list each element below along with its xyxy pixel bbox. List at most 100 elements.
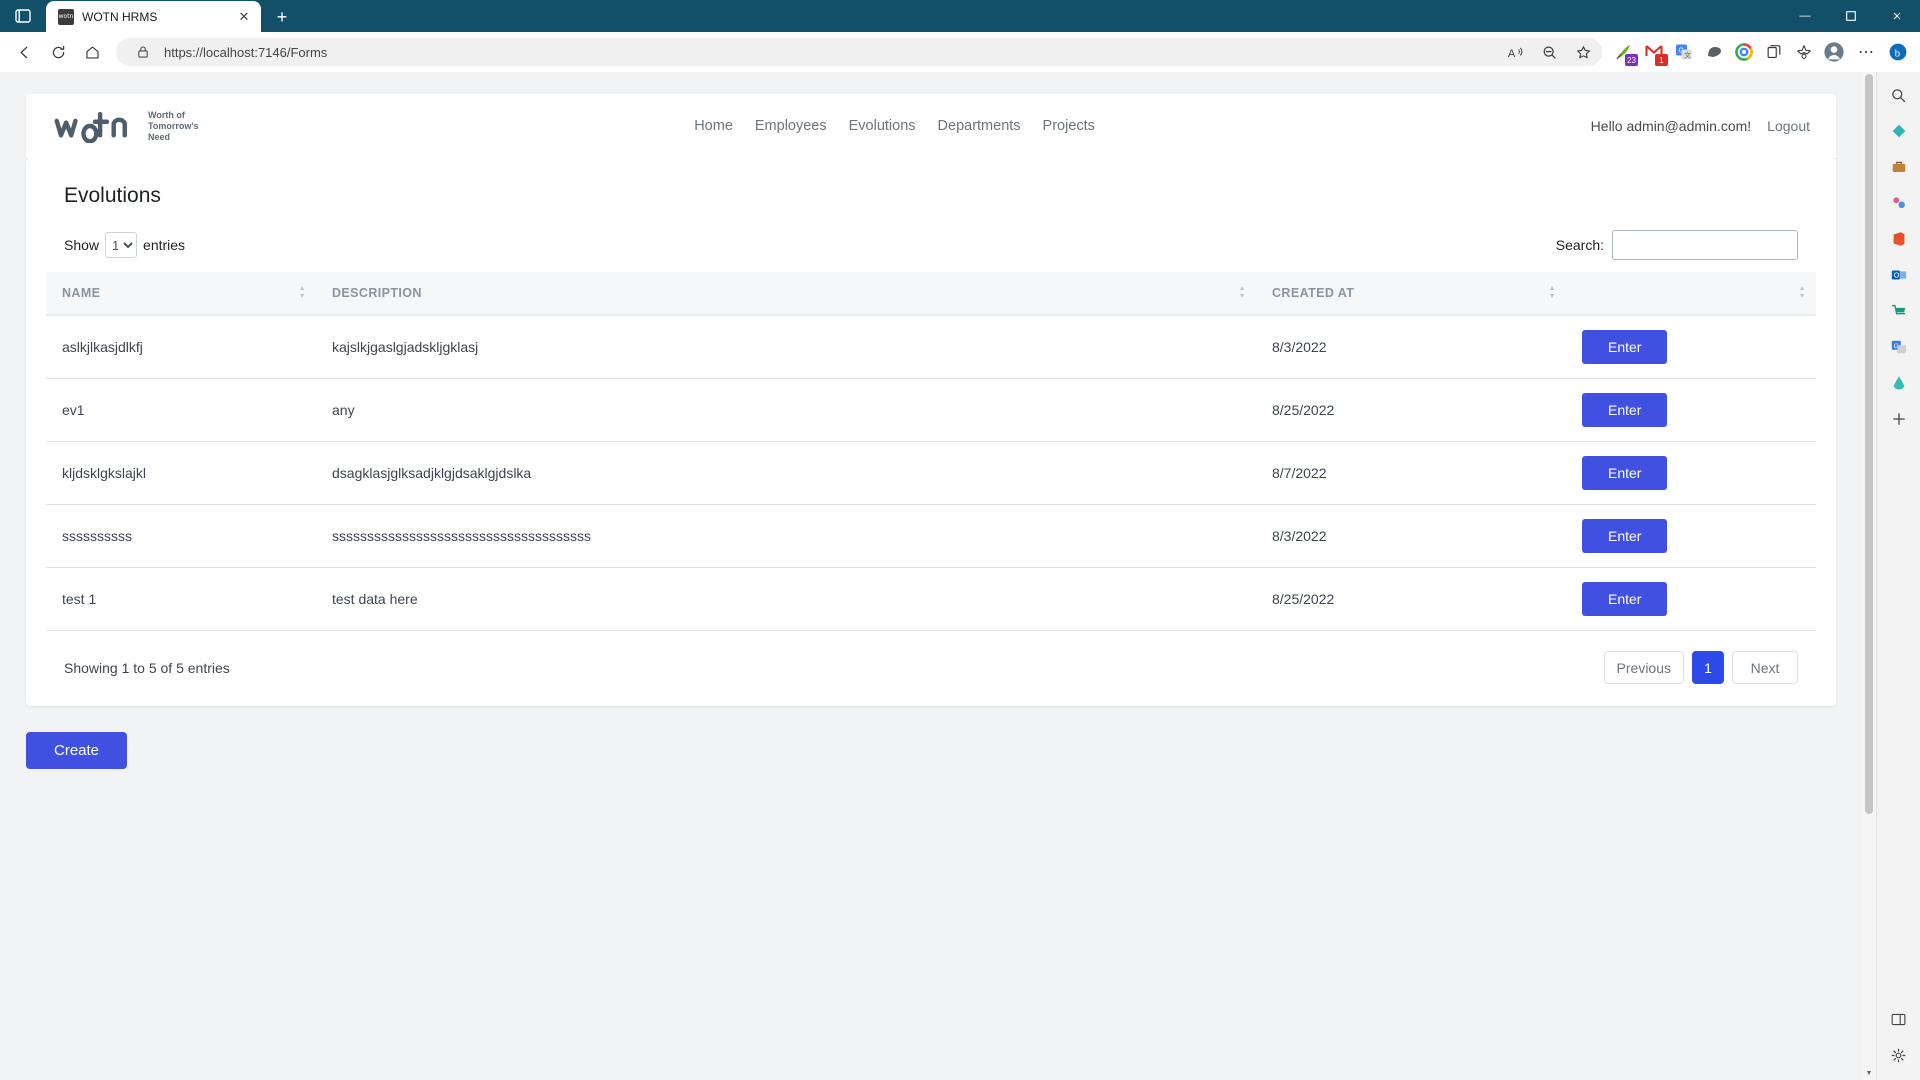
nav-projects[interactable]: Projects <box>1043 118 1095 134</box>
enter-button[interactable]: Enter <box>1582 393 1668 427</box>
profile-avatar-icon[interactable] <box>1820 38 1848 66</box>
zoom-out-icon[interactable] <box>1536 39 1562 65</box>
main-navigation: Home Employees Evolutions Departments Pr… <box>198 118 1590 134</box>
column-header-description[interactable]: DESCRIPTION ▲ ▼ <box>316 272 1256 316</box>
search-icon[interactable] <box>1884 80 1914 110</box>
home-icon[interactable] <box>76 36 108 68</box>
collections-icon[interactable] <box>1760 38 1788 66</box>
table-row: test 1 test data here 8/25/2022 Enter <box>46 567 1816 631</box>
back-icon[interactable] <box>8 36 40 68</box>
settings-gear-icon[interactable] <box>1884 1040 1914 1070</box>
chrome-extension-icon[interactable] <box>1730 38 1758 66</box>
new-tab-button[interactable]: + <box>267 2 297 32</box>
cell-actions: Enter <box>1566 378 1816 442</box>
enter-button[interactable]: Enter <box>1582 519 1668 553</box>
length-menu: Show 10 25 50 100 entries <box>64 232 185 258</box>
page-scrollbar[interactable]: ▲ ▼ <box>1862 72 1876 1080</box>
close-icon[interactable]: ✕ <box>235 8 253 26</box>
split-screen-icon[interactable] <box>1884 1004 1914 1034</box>
table-body: aslkjlkasjdlkfj kajslkjgaslgjadskljgklas… <box>46 315 1816 631</box>
column-header-created-at[interactable]: CREATED AT ▲ ▼ <box>1256 272 1566 316</box>
table-row: aslkjlkasjdlkfj kajslkjgaslgjadskljgklas… <box>46 315 1816 379</box>
brand-logo[interactable]: Worth of Tomorrow's Need <box>52 109 198 143</box>
search-input[interactable] <box>1612 230 1798 260</box>
length-menu-suffix: entries <box>143 237 186 253</box>
cell-created-at: 8/3/2022 <box>1256 504 1566 568</box>
drop-icon[interactable] <box>1884 368 1914 398</box>
create-button[interactable]: Create <box>26 732 128 769</box>
sort-icon-description[interactable]: ▲ ▼ <box>1239 285 1246 300</box>
favorite-star-icon[interactable] <box>1570 39 1596 65</box>
enter-button[interactable]: Enter <box>1582 582 1668 616</box>
translate-icon[interactable]: G <box>1884 332 1914 362</box>
nav-departments[interactable]: Departments <box>938 118 1021 134</box>
entries-per-page-select[interactable]: 10 25 50 100 <box>105 232 138 258</box>
column-label-created-at: CREATED AT <box>1272 286 1355 300</box>
cell-name: aslkjlkasjdlkfj <box>46 315 316 379</box>
enter-button[interactable]: Enter <box>1582 456 1668 490</box>
tab-strip: wotn WOTN HRMS ✕ + — ✕ <box>0 0 1920 32</box>
column-header-actions[interactable]: ▲ ▼ <box>1566 272 1816 316</box>
sort-icon-actions[interactable]: ▲ ▼ <box>1799 285 1806 300</box>
site-header: Worth of Tomorrow's Need Home Employees … <box>26 94 1836 158</box>
address-bar[interactable]: https://localhost:7146/Forms A <box>116 38 1602 66</box>
cart-icon[interactable] <box>1884 296 1914 326</box>
add-icon[interactable] <box>1884 404 1914 434</box>
tools-icon[interactable] <box>1884 152 1914 182</box>
scrollbar-thumb[interactable] <box>1865 74 1873 814</box>
office-icon[interactable] <box>1884 224 1914 254</box>
create-section: Create <box>26 732 1836 769</box>
cell-name: ev1 <box>46 378 316 442</box>
cell-created-at: 8/25/2022 <box>1256 567 1566 631</box>
column-label-description: DESCRIPTION <box>332 286 422 300</box>
svg-text:文: 文 <box>1684 50 1691 59</box>
svg-text:A: A <box>1507 47 1515 59</box>
outlook-icon[interactable]: O <box>1884 260 1914 290</box>
logout-link[interactable]: Logout <box>1767 118 1810 134</box>
cell-created-at: 8/25/2022 <box>1256 378 1566 442</box>
brand-tagline-line3: Need <box>148 131 171 142</box>
nav-employees[interactable]: Employees <box>755 118 827 134</box>
nav-evolutions[interactable]: Evolutions <box>849 118 916 134</box>
evolutions-table: NAME ▲▼ DESCRIPTION ▲▼ CREATED AT ▲▼ <box>46 272 1816 631</box>
sort-icon-created-at[interactable]: ▲ ▼ <box>1549 285 1556 300</box>
ghostery-extension-icon[interactable] <box>1700 38 1728 66</box>
nav-home[interactable]: Home <box>694 118 733 134</box>
browser-essentials-icon[interactable] <box>1790 38 1818 66</box>
evolutions-card: Evolutions Show 10 25 50 100 entries S <box>26 158 1836 706</box>
sort-icon-name[interactable]: ▲ ▼ <box>299 285 306 300</box>
cell-actions: Enter <box>1566 441 1816 505</box>
refresh-icon[interactable] <box>42 36 74 68</box>
grammar-extension-icon[interactable]: 23 <box>1610 38 1638 66</box>
tab-actions-icon[interactable] <box>4 0 42 32</box>
cell-name: test 1 <box>46 567 316 631</box>
close-window-button[interactable]: ✕ <box>1874 0 1920 32</box>
copilot-icon[interactable]: b <box>1884 38 1912 66</box>
column-label-name: NAME <box>62 286 101 300</box>
search-filter: Search: <box>1556 230 1798 260</box>
maximize-button[interactable] <box>1828 0 1874 32</box>
pagination: Previous 1 Next <box>1603 651 1798 684</box>
shopping-icon[interactable] <box>1884 116 1914 146</box>
cell-name: ssssssssss <box>46 504 316 568</box>
web-page: Worth of Tomorrow's Need Home Employees … <box>0 72 1862 1080</box>
address-bar-url: https://localhost:7146/Forms <box>164 44 328 60</box>
page-title: Evolutions <box>64 184 161 207</box>
browser-tab[interactable]: wotn WOTN HRMS ✕ <box>46 1 261 32</box>
gmail-extension-icon[interactable]: 1 <box>1640 38 1668 66</box>
enter-button[interactable]: Enter <box>1582 330 1668 364</box>
browser-viewport: Worth of Tomorrow's Need Home Employees … <box>0 72 1920 1080</box>
pagination-page-1[interactable]: 1 <box>1692 651 1724 684</box>
pagination-next[interactable]: Next <box>1732 651 1798 684</box>
google-translate-extension-icon[interactable]: G文 <box>1670 38 1698 66</box>
games-icon[interactable] <box>1884 188 1914 218</box>
minimize-button[interactable]: — <box>1782 0 1828 32</box>
settings-menu-icon[interactable]: ⋯ <box>1850 36 1882 68</box>
grammar-badge: 23 <box>1625 54 1638 66</box>
tab-favicon-icon: wotn <box>58 8 74 25</box>
column-header-name[interactable]: NAME ▲ ▼ <box>46 272 316 316</box>
scroll-down-icon[interactable]: ▼ <box>1862 1066 1876 1080</box>
pagination-previous[interactable]: Previous <box>1603 651 1684 684</box>
read-aloud-icon[interactable]: A <box>1502 39 1528 65</box>
brand-tagline: Worth of Tomorrow's Need <box>148 110 198 143</box>
